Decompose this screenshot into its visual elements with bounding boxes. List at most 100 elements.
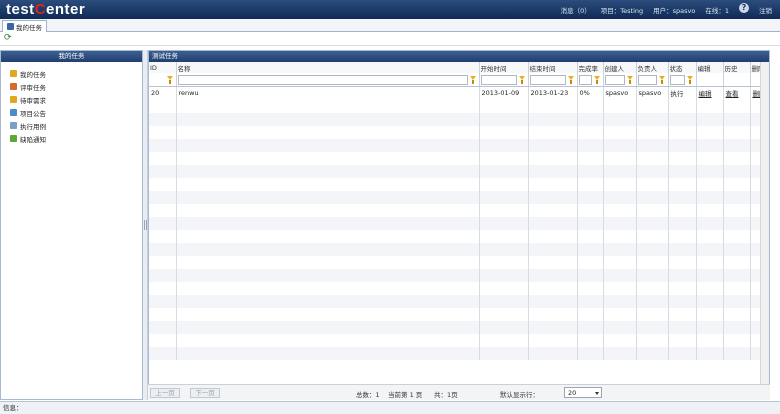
empty-table-row [149, 281, 762, 295]
edit-link[interactable]: 编辑 [699, 90, 712, 98]
filter-owner-input[interactable] [637, 74, 657, 85]
filter-icon[interactable] [658, 75, 667, 85]
empty-table-row [149, 346, 762, 360]
left-panel: 我的任务 我的任务 评审任务 待审需求 项目公告 执行用例 缺陷通知 [0, 50, 143, 400]
filter-icon[interactable] [593, 75, 602, 85]
cell-status: 执行 [668, 86, 697, 100]
empty-table-row [149, 320, 762, 334]
filter-icon[interactable] [166, 75, 175, 85]
splitter-grip[interactable] [144, 220, 147, 230]
cell-id: 20 [149, 86, 177, 100]
page-count: 共：1页 [434, 391, 458, 399]
col-edit: 编辑 [696, 62, 724, 73]
top-bar: testCenter 消息（0） 项目：Testing 用户：spasvo 在线… [0, 0, 780, 19]
nav-item-announcements[interactable]: 项目公告 [10, 106, 142, 119]
col-id[interactable]: ID [149, 62, 177, 73]
empty-table-row [149, 333, 762, 347]
task-table: ID 名称 开始时间 结束时间 完成率 创建人 负责人 状态 编辑 历史 删除 … [149, 62, 762, 360]
cell-end: 2013-01-23 [528, 86, 578, 100]
col-progress[interactable]: 完成率 [577, 62, 604, 73]
nav-item-pending-requirements[interactable]: 待审需求 [10, 93, 142, 106]
filter-row [149, 73, 762, 87]
per-page-select[interactable]: 20 [564, 387, 602, 398]
user-label: 用户：spasvo [653, 7, 696, 15]
filter-status-input[interactable] [669, 74, 685, 85]
cell-creator: spasvo [603, 86, 637, 100]
empty-table-row [149, 164, 762, 178]
table-row[interactable]: 20 renwu 2013-01-09 2013-01-23 0% spasvo… [149, 86, 762, 100]
col-status[interactable]: 状态 [668, 62, 697, 73]
nav-label: 我的任务 [20, 70, 46, 79]
empty-table-row [149, 203, 762, 217]
defect-icon [10, 135, 17, 142]
tab-my-tasks[interactable]: 我的任务 [2, 20, 47, 32]
messages-link[interactable]: 消息（0） [561, 5, 591, 15]
user-bar: 消息（0） 项目：Testing 用户：spasvo 在线：1 ? 注销 [561, 3, 772, 15]
refresh-icon[interactable]: ⟳ [4, 34, 13, 43]
project-label[interactable]: 项目：Testing [601, 5, 643, 15]
filter-icon[interactable] [518, 75, 527, 85]
empty-table-row [149, 99, 762, 113]
filter-progress-input[interactable] [578, 74, 592, 85]
nav-label: 评审任务 [20, 83, 46, 92]
empty-table-row [149, 125, 762, 139]
col-history: 历史 [723, 62, 751, 73]
col-creator[interactable]: 创建人 [603, 62, 637, 73]
online-count[interactable]: 在线：1 [705, 5, 729, 15]
folder-icon [10, 70, 17, 77]
help-icon[interactable]: ? [739, 3, 749, 13]
filter-creator-input[interactable] [604, 74, 625, 85]
app-logo: testCenter [6, 1, 86, 18]
per-page-value: 20 [568, 389, 577, 397]
col-owner[interactable]: 负责人 [636, 62, 669, 73]
empty-table-row [149, 307, 762, 321]
nav-item-review-tasks[interactable]: 评审任务 [10, 80, 142, 93]
per-page-label: 默认显示行： [500, 391, 539, 399]
table-header: ID 名称 开始时间 结束时间 完成率 创建人 负责人 状态 编辑 历史 删除 [149, 62, 762, 73]
empty-table-row [149, 112, 762, 126]
cell-progress: 0% [577, 86, 604, 100]
pager: 上一页 下一页 总数：1 当前第 1 页 共：1页 默认显示行： 20 [148, 384, 770, 400]
empty-table-row [149, 216, 762, 230]
review-icon [10, 83, 17, 90]
nav-label: 项目公告 [20, 109, 46, 118]
nav-label: 待审需求 [20, 96, 46, 105]
logout-link[interactable]: 注销 [759, 5, 772, 15]
empty-table-row [149, 268, 762, 282]
filter-icon[interactable] [567, 75, 576, 85]
filter-icon[interactable] [686, 75, 695, 85]
main-panel: 测试任务 ID 名称 开始时间 结束时间 完成率 创建人 负责人 状态 编辑 历… [148, 50, 770, 400]
col-start[interactable]: 开始时间 [479, 62, 529, 73]
notice-icon [10, 109, 17, 116]
nav-item-defect-notice[interactable]: 缺陷通知 [10, 132, 142, 145]
col-name[interactable]: 名称 [176, 62, 480, 73]
filter-icon[interactable] [469, 75, 478, 85]
empty-table-row [149, 229, 762, 243]
filter-icon[interactable] [626, 75, 635, 85]
nav-item-my-tasks[interactable]: 我的任务 [10, 67, 142, 80]
filter-end-input[interactable] [529, 74, 566, 85]
nav-label: 执行用例 [20, 122, 46, 131]
total-count: 总数：1 [356, 391, 380, 399]
history-link[interactable]: 查看 [726, 90, 739, 98]
current-page: 当前第 1 页 [388, 391, 423, 399]
next-page-button[interactable]: 下一页 [190, 388, 220, 398]
empty-table-row [149, 294, 762, 308]
execute-icon [10, 122, 17, 129]
cell-start: 2013-01-09 [479, 86, 529, 100]
empty-table-row [149, 177, 762, 191]
filter-start-input[interactable] [480, 74, 517, 85]
filter-name-input[interactable] [177, 74, 468, 85]
nav-item-execute-cases[interactable]: 执行用例 [10, 119, 142, 132]
cell-name: renwu [176, 86, 480, 100]
empty-table-row [149, 190, 762, 204]
main-panel-title: 测试任务 [149, 51, 769, 62]
col-end[interactable]: 结束时间 [528, 62, 578, 73]
prev-page-button[interactable]: 上一页 [150, 388, 180, 398]
nav-label: 缺陷通知 [20, 135, 46, 144]
vertical-scrollbar[interactable] [760, 62, 769, 388]
tab-label: 我的任务 [16, 23, 42, 32]
nav-list: 我的任务 评审任务 待审需求 项目公告 执行用例 缺陷通知 [1, 62, 142, 145]
left-panel-title: 我的任务 [1, 51, 142, 62]
chevron-down-icon [595, 392, 599, 395]
